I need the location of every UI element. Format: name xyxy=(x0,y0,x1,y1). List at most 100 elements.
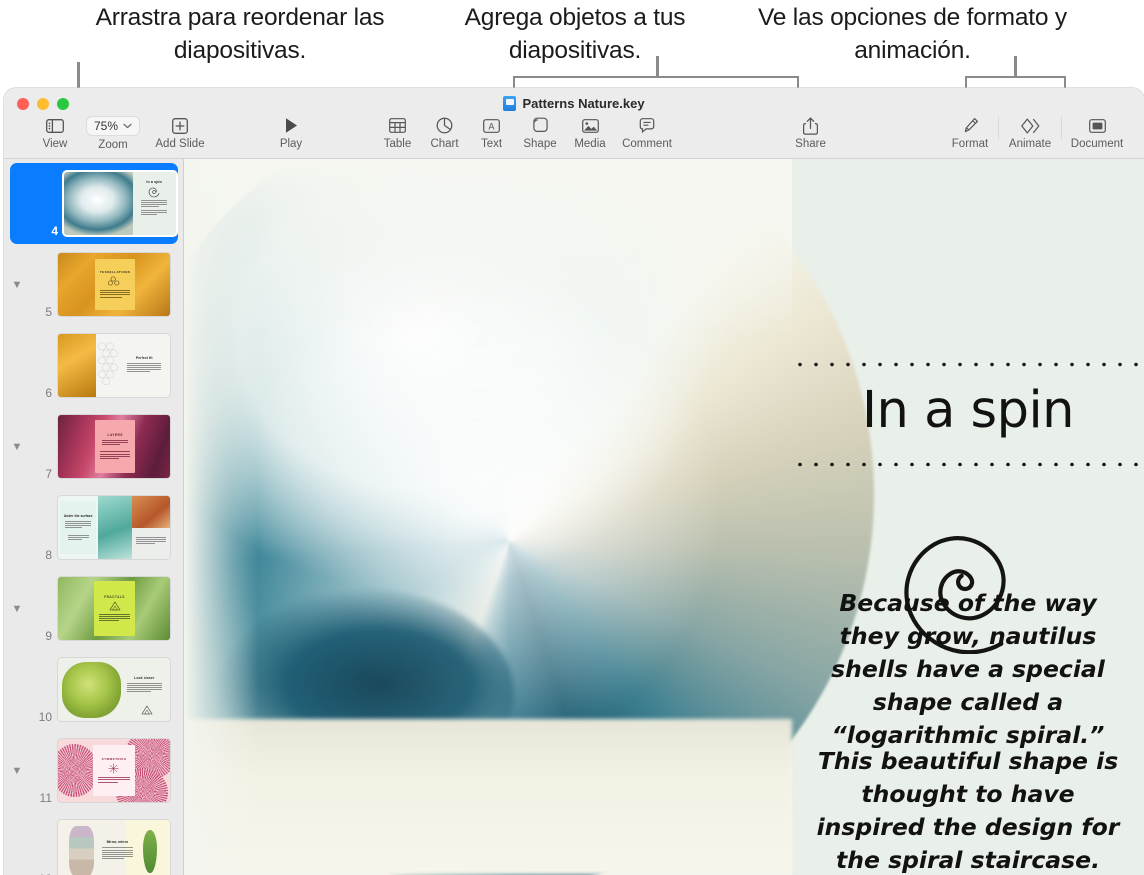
toolbar-label-chart: Chart xyxy=(430,138,458,150)
slide-12-title: Mirror, mirror xyxy=(107,840,128,844)
chevron-down-icon[interactable]: ▼ xyxy=(4,603,30,615)
zoom-dropdown[interactable]: 75% xyxy=(86,116,140,136)
callout-text-format: Ve las opciones de formato y animación. xyxy=(745,2,1080,67)
callout-text-objects: Agrega objetos a tus diapositivas. xyxy=(430,2,720,67)
toolbar-button-shape[interactable]: Shape xyxy=(515,114,565,150)
slide-11-title: SYMMETRIES xyxy=(102,757,127,761)
slide-thumbnail-7[interactable]: ▼ 7 LAYERS xyxy=(4,406,183,487)
slide-thumbnail-11[interactable]: ▼ 11 SYMMETRIES xyxy=(4,730,183,811)
toolbar-button-text[interactable]: A Text xyxy=(468,114,515,150)
slide-6-title: Perfect fit xyxy=(136,356,153,360)
toolbar-control-zoom[interactable]: 75% Zoom xyxy=(82,114,144,151)
toolbar-label-text: Text xyxy=(481,138,502,150)
zoom-value: 75% xyxy=(94,119,118,133)
svg-text:A: A xyxy=(488,122,495,132)
slide-number-11: 11 xyxy=(30,791,52,811)
slide-thumbnail-5[interactable]: ▼ 5 TESSELLATIONS xyxy=(4,244,183,325)
slide-12-preview: Mirror, mirror xyxy=(58,820,170,875)
sidebar-icon xyxy=(46,116,64,135)
slide-title: In a spin xyxy=(792,381,1144,440)
paintbrush-icon xyxy=(962,116,979,135)
photo-icon xyxy=(582,116,599,135)
toolbar-button-play[interactable]: Play xyxy=(266,114,316,150)
slide-number-4: 4 xyxy=(36,224,58,244)
slide-7-preview: LAYERS xyxy=(58,415,170,478)
toolbar-button-view[interactable]: View xyxy=(28,114,82,150)
dotted-divider-top xyxy=(792,362,1144,367)
table-grid-icon xyxy=(389,116,406,135)
slide-7-title: LAYERS xyxy=(107,433,122,437)
callout-leader-right xyxy=(1014,56,1017,78)
chevron-down-icon[interactable]: ▼ xyxy=(4,279,30,291)
slide-thumbnail-12[interactable]: 12 Mirror, mirror xyxy=(4,811,183,875)
slide-text-panel: In a spin Because of the way they grow, … xyxy=(792,159,1144,875)
chevron-down-icon[interactable]: ▼ xyxy=(4,441,30,453)
slide-number-7: 7 xyxy=(30,467,52,487)
slide-5-preview: TESSELLATIONS xyxy=(58,253,170,316)
slide-body-paragraph-2: This beautiful shape is thought to have … xyxy=(806,745,1130,875)
toolbar-button-animate[interactable]: Animate xyxy=(999,114,1061,150)
document-title-label: Patterns Nature.key xyxy=(522,96,644,111)
slide-5-title: TESSELLATIONS xyxy=(100,270,130,274)
slide-9-preview: FRACTALS xyxy=(58,577,170,640)
window-body: 4 In a spin xyxy=(4,159,1144,875)
toolbar-label-share: Share xyxy=(795,138,826,150)
slide-thumbnail-9[interactable]: ▼ 9 FRACTALS xyxy=(4,568,183,649)
nautilus-shell-photo xyxy=(184,159,792,875)
chevron-down-icon[interactable]: ▼ xyxy=(4,765,30,777)
slide-8-title: Under the surface xyxy=(64,514,93,518)
slide-number-5: 5 xyxy=(30,305,52,325)
keynote-window: Patterns Nature.key View 75% xyxy=(4,88,1144,875)
slide-number-9: 9 xyxy=(30,629,52,649)
slide-6-preview: Perfect fit xyxy=(58,334,170,397)
slide-thumbnail-8[interactable]: 8 Under the surface xyxy=(4,487,183,568)
toolbar-button-table[interactable]: Table xyxy=(374,114,421,150)
toolbar-label-document: Document xyxy=(1071,138,1123,150)
toolbar-button-media[interactable]: Media xyxy=(565,114,615,150)
share-arrow-up-icon xyxy=(803,116,818,135)
toolbar-button-add-slide[interactable]: Add Slide xyxy=(144,114,216,150)
toolbar-button-format[interactable]: Format xyxy=(942,114,998,150)
toolbar-label-table: Table xyxy=(384,138,412,150)
slide-4-preview: In a spin xyxy=(64,172,176,235)
slide-thumbnail-4[interactable]: 4 In a spin xyxy=(10,163,178,244)
toolbar: View 75% Zoom Add Slide xyxy=(4,114,1144,159)
toolbar-label-play: Play xyxy=(280,138,302,150)
slide-8-preview: Under the surface xyxy=(58,496,170,559)
speech-bubble-icon xyxy=(639,116,655,135)
slide-number-8: 8 xyxy=(30,548,52,568)
slide-9-title: FRACTALS xyxy=(104,595,125,599)
slide-number-10: 10 xyxy=(30,710,52,730)
document-title: Patterns Nature.key xyxy=(4,96,1144,111)
slide-thumbnail-6[interactable]: 6 xyxy=(4,325,183,406)
pie-chart-icon xyxy=(436,116,453,135)
keynote-document-icon xyxy=(503,96,516,111)
callout-text-navigator: Arrastra para reordenar las diapositivas… xyxy=(60,2,420,67)
slide-number-6: 6 xyxy=(30,386,52,406)
toolbar-label-view: View xyxy=(43,138,68,150)
toolbar-button-document[interactable]: Document xyxy=(1062,114,1132,150)
toolbar-button-chart[interactable]: Chart xyxy=(421,114,468,150)
slide-canvas[interactable]: In a spin Because of the way they grow, … xyxy=(184,159,1144,875)
document-panel-icon xyxy=(1089,116,1106,135)
chevron-down-icon xyxy=(123,123,132,129)
slide-10-preview: Look closer xyxy=(58,658,170,721)
toolbar-button-comment[interactable]: Comment xyxy=(615,114,679,150)
toolbar-label-media: Media xyxy=(574,138,605,150)
slide-navigator[interactable]: 4 In a spin xyxy=(4,159,184,875)
toolbar-label-shape: Shape xyxy=(523,138,556,150)
slide-body-paragraph-1: Because of the way they grow, nautilus s… xyxy=(806,587,1130,752)
toolbar-label-comment: Comment xyxy=(622,138,672,150)
dotted-divider-bottom xyxy=(792,462,1144,467)
toolbar-button-share[interactable]: Share xyxy=(785,114,837,150)
toolbar-label-animate: Animate xyxy=(1009,138,1051,150)
shapes-icon xyxy=(532,116,549,135)
plus-square-icon xyxy=(172,116,188,135)
diamond-overlap-icon xyxy=(1021,116,1040,135)
slide-10-title: Look closer xyxy=(134,676,154,680)
window-title-bar: Patterns Nature.key View 75% xyxy=(4,88,1144,159)
toolbar-label-zoom: Zoom xyxy=(98,139,127,151)
slide-11-preview: SYMMETRIES xyxy=(58,739,170,802)
play-triangle-icon xyxy=(284,116,299,135)
slide-thumbnail-10[interactable]: 10 Look closer xyxy=(4,649,183,730)
